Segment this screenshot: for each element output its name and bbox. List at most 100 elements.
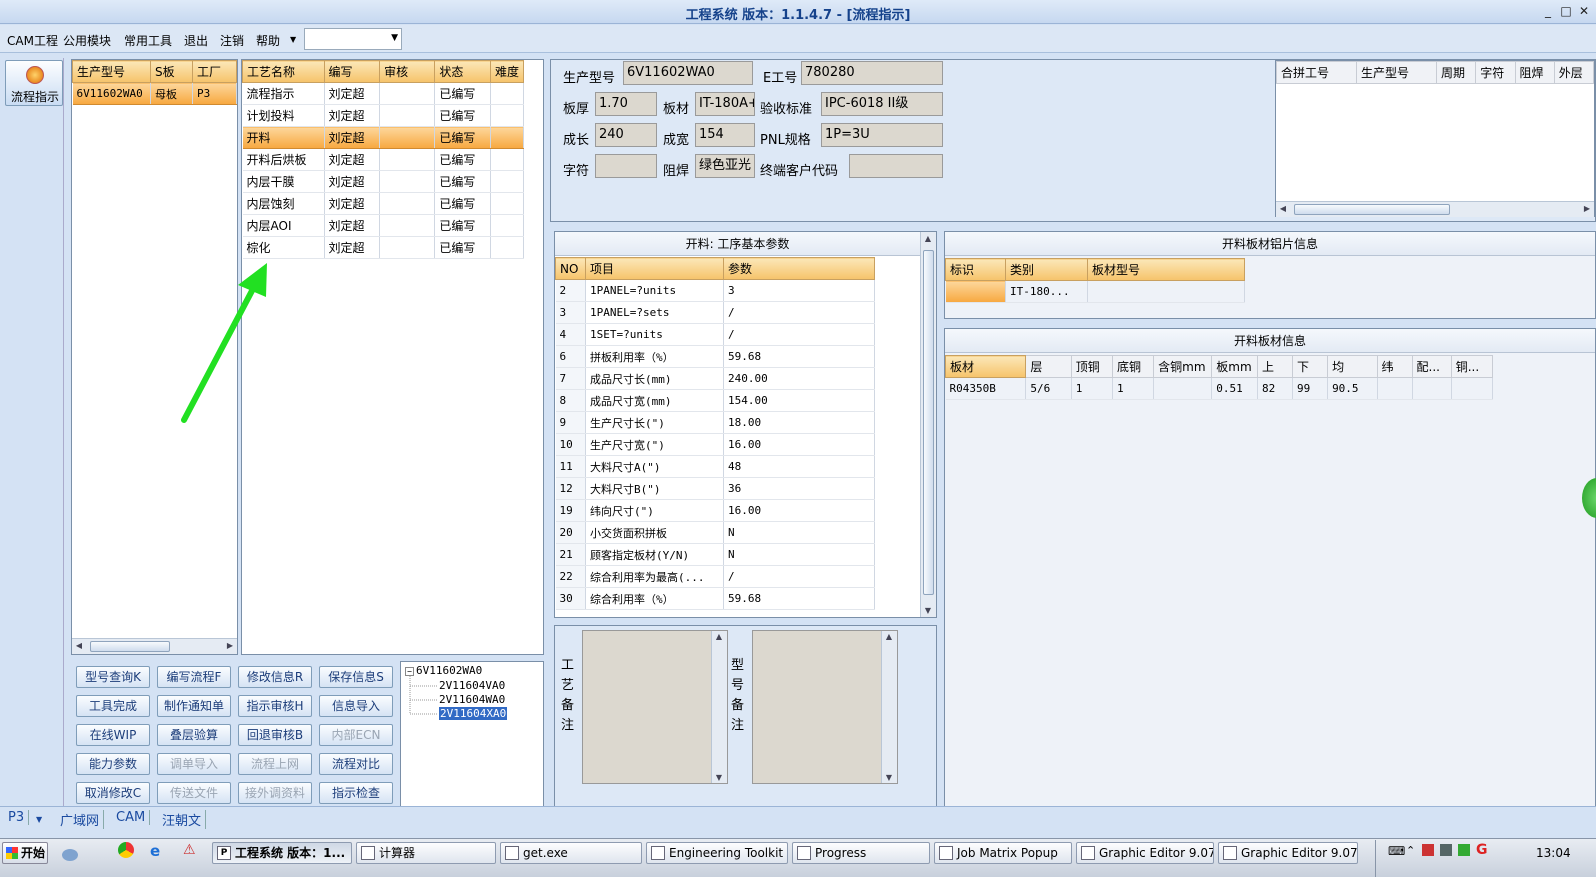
table-row[interactable]: 流程指示 刘定超 已编写 [242,82,525,105]
collapse-icon[interactable]: − [405,667,414,676]
board-col-header[interactable]: 底铜 [1111,355,1155,378]
menu-logout[interactable]: 注销 [220,32,244,49]
col-char[interactable]: 字符 [1475,61,1516,84]
board-col-header[interactable]: 层 [1025,355,1072,378]
tree-node[interactable]: 2V11604WA0 [439,693,505,706]
board-col-header[interactable]: 纬 [1376,355,1413,378]
scroll-down-icon[interactable]: ▼ [712,773,726,782]
menu-cam[interactable]: CAM工程 [7,32,58,49]
taskbar-item[interactable]: P 工程系统 版本：1... [212,842,352,864]
board-col-header[interactable]: 板材 [944,355,1027,378]
field-material[interactable]: IT-180A+ [695,92,755,116]
table-row[interactable]: 11 大料尺寸A(") 48 [555,455,875,478]
action-button[interactable]: 指示检查 [319,782,393,804]
table-row[interactable]: 22 综合利用率为最高(... / [555,565,875,588]
action-button[interactable]: 叠层验算 [157,724,231,746]
table-row[interactable]: 10 生产尺寸宽(") 16.00 [555,433,875,456]
field-length[interactable]: 240 [595,123,657,147]
col-factory[interactable]: 工厂 [192,60,237,83]
table-row[interactable]: 2 1PANEL=?units 3 [555,279,875,302]
table-row[interactable]: 6V11602WA0 母板 P3 [72,82,237,105]
scroll-left-icon[interactable]: ◀ [1276,204,1290,213]
col-s-board[interactable]: S板 [150,60,193,83]
table-row[interactable]: 6 拼板利用率（%） 59.68 [555,345,875,368]
scroll-right-icon[interactable]: ▶ [1580,204,1594,213]
scroll-down-icon[interactable]: ▼ [882,773,896,782]
table-row[interactable]: 开料后烘板 刘定超 已编写 [242,148,525,171]
table-row[interactable]: 内层蚀刻 刘定超 已编写 [242,192,525,215]
ie-icon[interactable]: e [150,842,160,860]
table-row[interactable]: R04350B 5/6 1 1 0.51 82 99 90.5 [945,377,1494,400]
action-button[interactable]: 工具完成 [76,695,150,717]
tree-node[interactable]: 2V11604VA0 [439,679,505,692]
scroll-thumb[interactable] [923,250,934,595]
action-button[interactable]: 在线WIP [76,724,150,746]
field-standard[interactable]: IPC-6018 II级 [821,92,943,116]
board-col-header[interactable]: 均 [1327,355,1378,378]
tray-expand-icon[interactable]: ⌃ [1406,844,1415,857]
col-process-name[interactable]: 工艺名称 [242,60,325,83]
merge-hscroll[interactable]: ◀ ▶ [1276,201,1594,217]
scroll-up-icon[interactable]: ▲ [921,234,935,243]
help-dropdown-icon[interactable]: ▼ [290,35,296,44]
tray-app-icon[interactable]: G [1476,842,1488,858]
action-button[interactable]: 型号查询K [76,666,150,688]
taskbar-item[interactable]: 计算器 [356,842,496,864]
table-row[interactable]: 内层干膜 刘定超 已编写 [242,170,525,193]
table-row[interactable]: 19 纬向尺寸(") 16.00 [555,499,875,522]
table-row[interactable]: 开料 刘定超 已编写 [242,126,525,149]
chevron-down-icon[interactable]: ▼ [32,815,46,824]
field-width[interactable]: 154 [695,123,755,147]
table-row[interactable]: 9 生产尺寸长(") 18.00 [555,411,875,434]
table-row[interactable]: 计划投料 刘定超 已编写 [242,104,525,127]
action-button[interactable]: 指示审核H [238,695,312,717]
menu-exit[interactable]: 退出 [184,32,208,49]
minimize-button[interactable]: _ [1540,3,1556,19]
col-board-model[interactable]: 板材型号 [1087,258,1245,281]
table-row[interactable]: 4 1SET=?units / [555,323,875,346]
scroll-right-icon[interactable]: ▶ [223,641,237,650]
vscroll[interactable]: ▲ ▼ [711,631,727,783]
tray-icon[interactable] [1422,844,1434,856]
col-reviewer[interactable]: 审核 [379,60,436,83]
board-col-header[interactable]: 顶铜 [1070,355,1113,378]
action-button[interactable]: 流程上网 [238,753,312,775]
table-row[interactable]: 12 大料尺寸B(") 36 [555,477,875,500]
scroll-left-icon[interactable]: ◀ [72,641,86,650]
vscroll[interactable]: ▲ ▼ [881,631,897,783]
tray-icon[interactable] [1458,844,1470,856]
col-prod-model[interactable]: 生产型号 [72,60,151,83]
col-mask[interactable]: 阻焊 [1514,61,1555,84]
field-customer[interactable] [849,154,943,178]
menu-tools[interactable]: 常用工具 [124,32,172,49]
taskbar-item[interactable]: Graphic Editor 9.07b2... [1076,842,1214,864]
tray-icon[interactable] [1440,844,1452,856]
col-category[interactable]: 类别 [1005,258,1088,281]
col-cycle[interactable]: 周期 [1435,61,1477,84]
col-prod-model[interactable]: 生产型号 [1356,61,1437,84]
col-param[interactable]: 参数 [723,257,875,280]
action-button[interactable]: 调单导入 [157,753,231,775]
col-difficulty[interactable]: 难度 [489,60,525,83]
col-item[interactable]: 项目 [585,257,724,280]
model-remark-textarea[interactable]: ▲ ▼ [752,630,898,784]
col-no[interactable]: NO [555,257,586,280]
scroll-up-icon[interactable]: ▲ [712,632,726,641]
action-button[interactable]: 信息导入 [319,695,393,717]
start-button[interactable]: 开始 [2,842,48,864]
action-button[interactable]: 编写流程F [157,666,231,688]
quicklaunch-icon[interactable] [62,849,78,861]
scroll-down-icon[interactable]: ▼ [921,606,935,615]
field-pnl[interactable]: 1P=3U [821,123,943,147]
table-row[interactable]: 20 小交货面积拼板 N [555,521,875,544]
taskbar-item[interactable]: Progress [792,842,930,864]
table-row[interactable]: 内层AOI 刘定超 已编写 [242,214,525,237]
table-row[interactable]: 3 1PANEL=?sets / [555,301,875,324]
col-merge-no[interactable]: 合拼工号 [1276,61,1357,84]
menu-common-modules[interactable]: 公用模块 [63,32,111,49]
table-row[interactable]: 30 综合利用率（%） 59.68 [555,587,875,610]
col-writer[interactable]: 编写 [323,60,381,83]
field-prod-model[interactable]: 6V11602WA0 [623,61,753,85]
taskbar-item[interactable]: get.exe [500,842,642,864]
keyboard-icon[interactable]: ⌨ [1388,844,1405,858]
